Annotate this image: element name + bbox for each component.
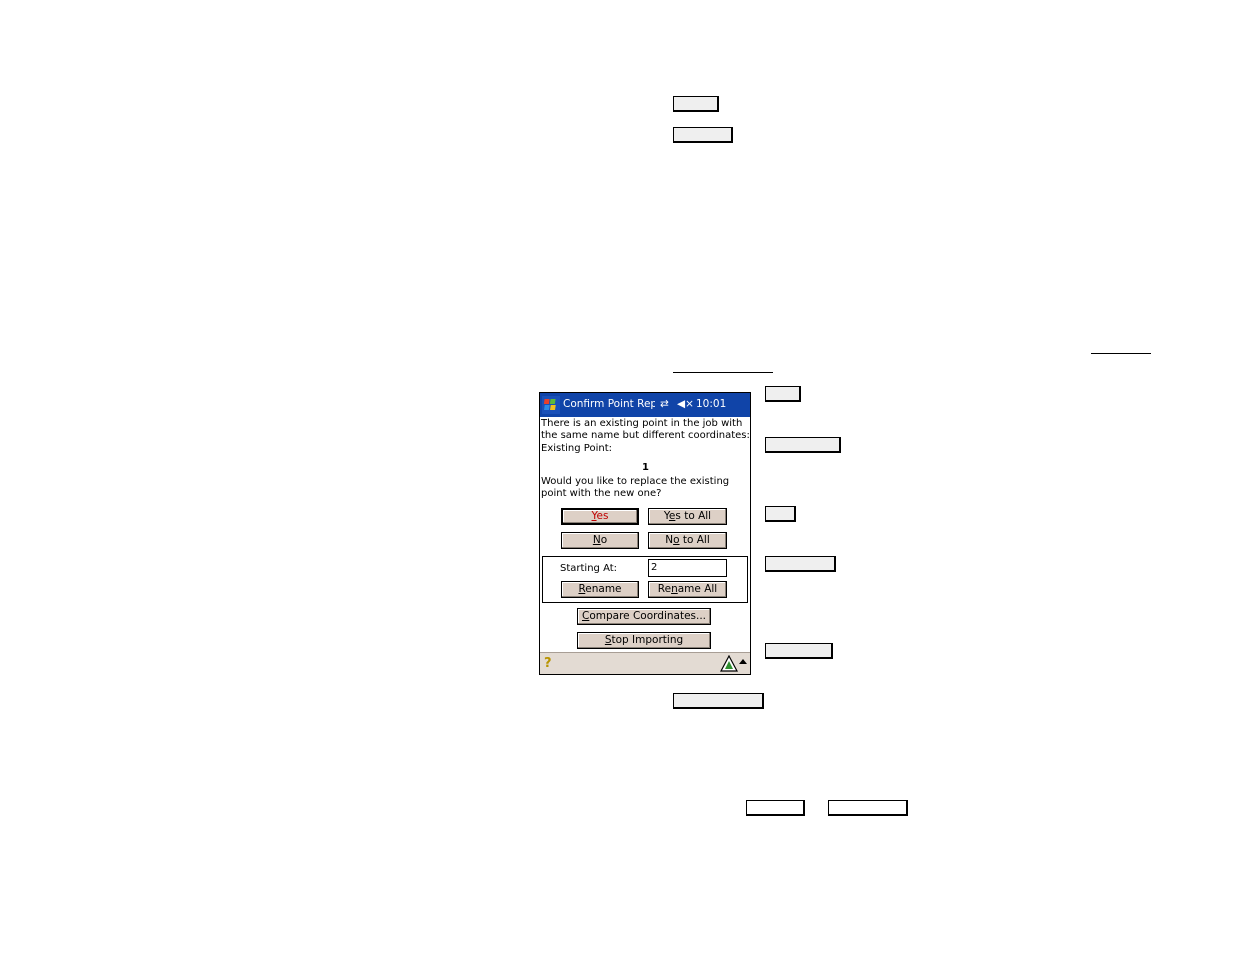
dialog-title: Confirm Point Repl	[563, 398, 655, 410]
rename-all-button[interactable]: Rename All	[648, 581, 727, 598]
placeholder-box-10	[828, 800, 908, 816]
message-line-3: Existing Point:	[541, 443, 612, 454]
no-button[interactable]: No	[561, 532, 639, 549]
bottom-bar: ?	[540, 652, 750, 674]
placeholder-box-8	[673, 693, 764, 709]
existing-point-name: 1	[642, 462, 649, 473]
yes-to-all-button[interactable]: Yes to All	[648, 508, 727, 525]
up-arrow-icon[interactable]	[739, 657, 747, 667]
warning-triangle-icon[interactable]	[720, 655, 738, 672]
confirm-point-dialog: Confirm Point Repl ⇄ ◀× 10:01 There is a…	[539, 392, 751, 675]
starting-at-label: Starting At:	[560, 563, 618, 574]
starting-at-input[interactable]: 2	[648, 559, 727, 577]
placeholder-box-3	[765, 386, 801, 402]
message-line-2: the same name but different coordinates:	[541, 430, 750, 441]
stop-importing-button[interactable]: Stop Importing	[577, 632, 711, 649]
placeholder-box-7	[765, 643, 833, 659]
placeholder-box-4	[765, 437, 841, 453]
placeholder-box-2	[673, 127, 733, 143]
yes-button[interactable]: Yes	[561, 508, 639, 525]
no-to-all-button[interactable]: No to All	[648, 532, 727, 549]
placeholder-box-6	[765, 556, 836, 572]
underline-1	[1091, 353, 1151, 354]
help-icon[interactable]: ?	[544, 656, 552, 671]
compare-coordinates-button[interactable]: Compare Coordinates...	[577, 608, 711, 625]
message-line-1: There is an existing point in the job wi…	[541, 418, 743, 429]
placeholder-box-1	[673, 96, 719, 112]
title-bar: Confirm Point Repl ⇄ ◀× 10:01	[540, 393, 750, 417]
underline-2	[673, 372, 773, 373]
rename-button[interactable]: Rename	[561, 581, 639, 598]
speaker-muted-icon[interactable]: ◀×	[677, 398, 694, 410]
question-line-1: Would you like to replace the existing	[541, 476, 730, 487]
placeholder-box-5	[765, 506, 796, 522]
windows-flag-icon[interactable]	[542, 396, 560, 414]
question-line-2: point with the new one?	[541, 488, 662, 499]
placeholder-box-9	[746, 800, 805, 816]
sync-arrows-icon[interactable]: ⇄	[660, 398, 669, 410]
clock[interactable]: 10:01	[696, 398, 726, 410]
